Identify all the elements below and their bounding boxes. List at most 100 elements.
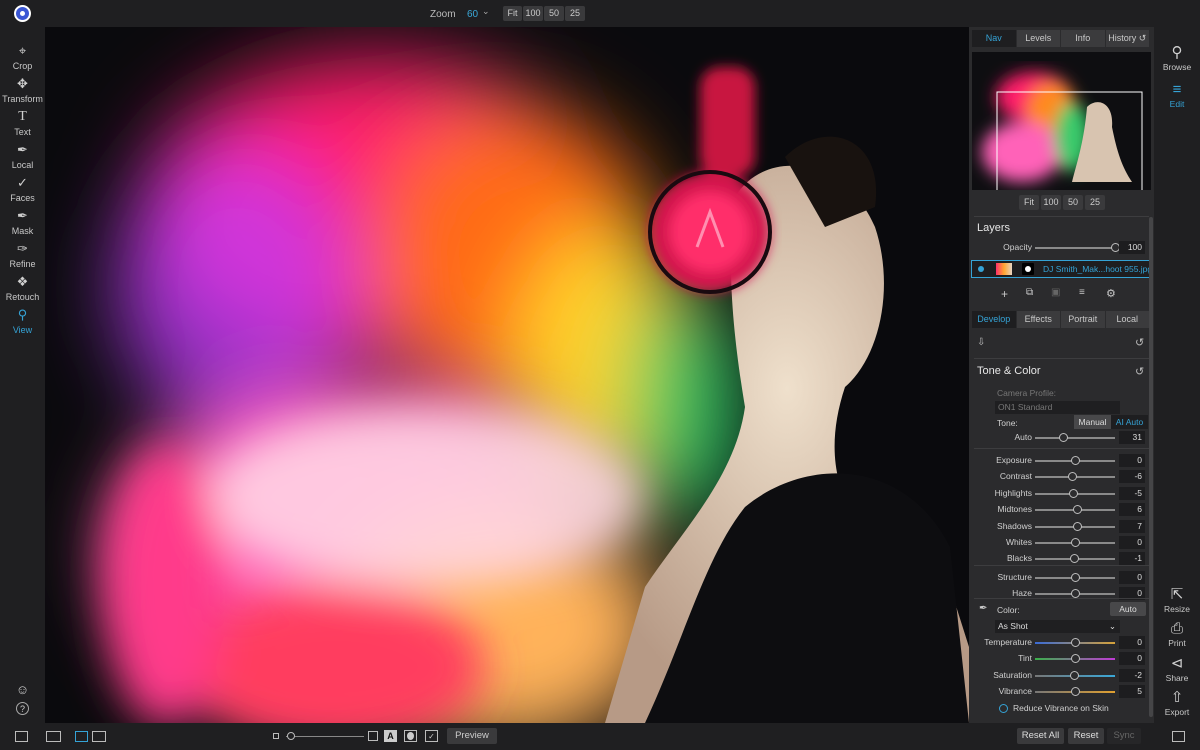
reset-button[interactable]: Reset [1068,728,1104,744]
tool-view[interactable]: ⚲ View [0,307,45,335]
module-print[interactable]: ⎙ Print [1154,620,1200,648]
layer-mask-icon[interactable] [1022,263,1034,275]
slider-temperature[interactable]: Temperature 0 [969,635,1154,651]
slider-value[interactable]: 0 [1119,536,1145,549]
tab-portrait[interactable]: Portrait [1061,311,1105,328]
opacity-track[interactable] [1035,247,1115,249]
layer-visibility-icon[interactable] [978,266,984,272]
tool-text[interactable]: T Text [0,109,45,137]
zoom-100-button[interactable]: 100 [523,6,543,21]
slider-value[interactable]: 0 [1119,454,1145,467]
slider-whites[interactable]: Whites 0 [969,535,1154,551]
tool-faces[interactable]: ✓ Faces [0,175,45,203]
tab-local[interactable]: Local [1105,311,1149,328]
navigator-preview[interactable] [972,52,1151,203]
delete-layer-icon[interactable]: ▣ [1051,287,1060,298]
slider-midtones[interactable]: Midtones 6 [969,502,1154,518]
gear-icon[interactable]: ⚙ [1106,287,1116,300]
white-balance-select[interactable]: As Shot ⌄ [995,620,1120,633]
auto-slider[interactable]: Auto 31 [969,430,1154,446]
tab-develop[interactable]: Develop [972,311,1016,328]
slider-value[interactable]: 0 [1119,636,1145,649]
tool-retouch[interactable]: ❖ Retouch [0,274,45,302]
module-export[interactable]: ⇧ Export [1154,689,1200,717]
toggle-right-panel-icon[interactable] [1172,731,1185,742]
app-logo-icon[interactable] [14,5,31,22]
slider-haze[interactable]: Haze 0 [969,586,1154,602]
opacity-value[interactable]: 100 [1119,241,1145,254]
slider-tint[interactable]: Tint 0 [969,651,1154,667]
zoom-fit-button[interactable]: Fit [503,6,522,21]
opacity-slider[interactable]: Opacity 100 [969,240,1154,256]
slider-knob[interactable] [1070,638,1080,647]
slider-track[interactable] [1035,437,1115,439]
zoom-50-button[interactable]: 50 [544,6,564,21]
add-layer-icon[interactable]: + [1001,287,1008,301]
slider-exposure[interactable]: Exposure 0 [969,453,1154,469]
tab-nav[interactable]: Nav [972,30,1016,47]
slider-value[interactable]: 7 [1119,519,1145,533]
module-edit[interactable]: ≡ Edit [1154,81,1200,109]
toggle-left-panel-icon[interactable] [15,731,28,742]
slider-contrast[interactable]: Contrast -6 [969,469,1154,485]
user-icon[interactable]: ☺ [0,682,45,700]
slider-value[interactable]: 5 [1119,685,1145,699]
tool-mask[interactable]: ✒ Mask [0,208,45,236]
preview-button[interactable]: Preview [447,728,497,744]
tone-manual-button[interactable]: Manual [1074,415,1111,429]
slider-knob[interactable] [1073,521,1083,531]
slider-value[interactable]: -1 [1119,552,1145,566]
nav-fit-button[interactable]: Fit [1019,195,1039,210]
preset-save-icon[interactable]: ⇩ [977,337,985,348]
slider-knob[interactable] [1072,505,1082,515]
reset-all-button[interactable]: Reset All [1017,728,1064,744]
slider-knob[interactable] [1069,670,1079,680]
develop-reset-icon[interactable]: ↺ [1135,336,1144,349]
module-browse[interactable]: ⚲ Browse [1154,44,1200,72]
duplicate-layer-icon[interactable]: ⧉ [1026,287,1033,298]
nav-25-button[interactable]: 25 [1085,195,1105,210]
ai-mask-icon[interactable]: A [384,730,397,742]
nav-50-button[interactable]: 50 [1063,195,1083,210]
slider-knob[interactable] [1070,573,1080,582]
tool-transform[interactable]: ✥ Transform [0,76,45,104]
help-icon[interactable]: ? [0,702,45,717]
panel-scrollbar[interactable] [1149,217,1153,717]
slider-knob[interactable] [1068,472,1078,482]
slider-value[interactable]: 31 [1119,431,1145,444]
slider-saturation[interactable]: Saturation -2 [969,668,1154,684]
sync-button[interactable]: Sync [1107,728,1141,744]
slider-shadows[interactable]: Shadows 7 [969,519,1154,535]
merge-layers-icon[interactable]: ≡ [1079,287,1085,298]
tone-ai-auto-button[interactable]: AI Auto [1111,415,1148,429]
tab-history[interactable]: History ↺ [1105,30,1149,47]
reduce-vibrance-checkbox[interactable] [999,704,1008,713]
slider-knob[interactable] [1071,687,1081,697]
chevron-down-icon[interactable]: ⌄ [482,6,490,17]
module-share[interactable]: ⊲ Share [1154,655,1200,683]
before-after-icon[interactable]: ✓ [425,730,438,742]
slider-vibrance[interactable]: Vibrance 5 [969,684,1154,700]
nav-100-button[interactable]: 100 [1041,195,1061,210]
slider-knob[interactable] [1068,488,1078,498]
compare-view-icon[interactable] [92,731,106,742]
slider-knob[interactable] [1070,654,1080,664]
single-view-icon[interactable] [75,731,88,742]
module-resize[interactable]: ⇱ Resize [1154,586,1200,614]
photo-canvas[interactable] [45,27,969,723]
slider-knob[interactable] [1059,433,1069,442]
zoom-25-button[interactable]: 25 [565,6,585,21]
slider-value[interactable]: 6 [1119,503,1145,517]
tone-color-reset-icon[interactable]: ↺ [1135,365,1144,378]
slider-knob[interactable] [1070,538,1080,547]
tool-crop[interactable]: ⌖ Crop [0,43,45,71]
tool-local[interactable]: ✒ Local [0,142,45,170]
color-auto-button[interactable]: Auto [1110,602,1146,616]
zoom-value[interactable]: 60 [467,9,478,20]
slider-value[interactable]: 0 [1119,652,1145,666]
slider-knob[interactable] [1070,554,1080,564]
slider-value[interactable]: 0 [1119,571,1145,584]
slider-value[interactable]: -2 [1119,668,1145,682]
tab-levels[interactable]: Levels [1016,30,1060,47]
mask-view-icon[interactable] [404,730,417,742]
